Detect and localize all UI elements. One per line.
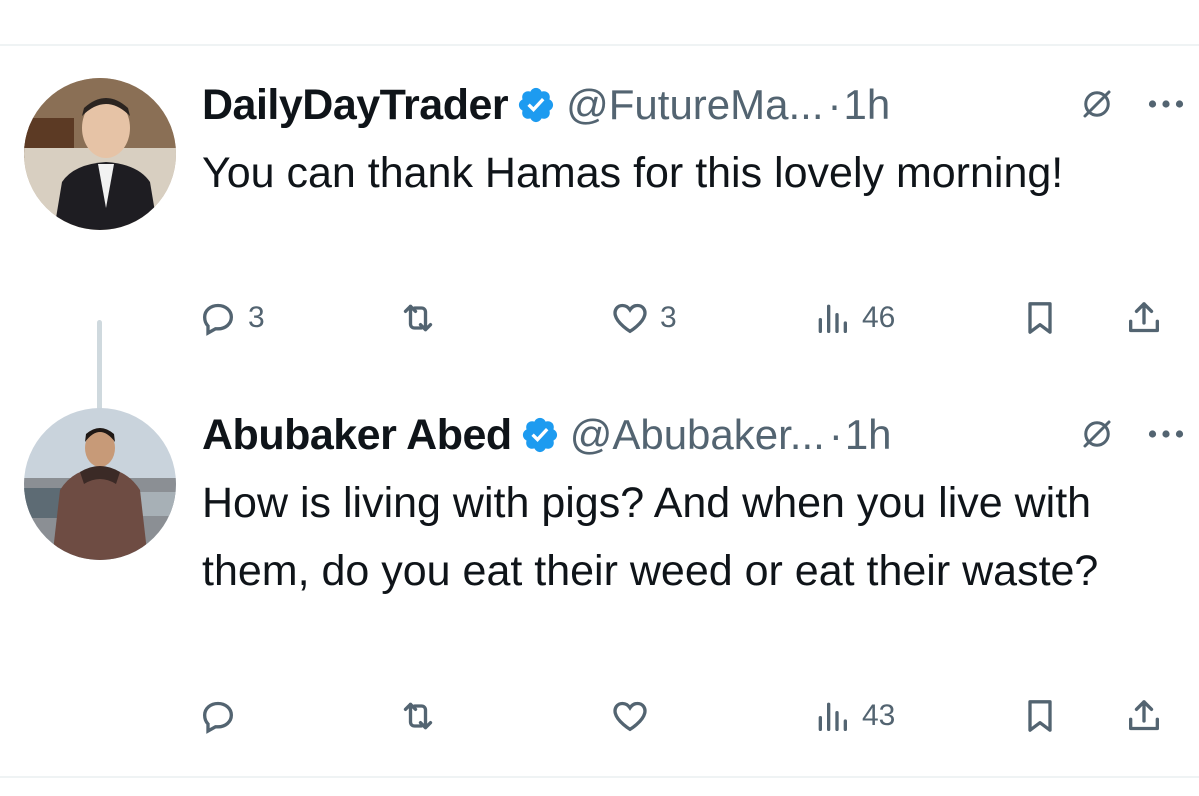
bookmark-icon: [1028, 700, 1052, 732]
like-button[interactable]: 3: [610, 296, 677, 340]
reply-button[interactable]: [198, 694, 248, 738]
bookmark-icon: [1028, 302, 1052, 334]
bookmark-button[interactable]: [1020, 296, 1060, 340]
share-button[interactable]: [1124, 296, 1164, 340]
profile-photo-icon: [24, 408, 176, 560]
display-name[interactable]: DailyDayTrader: [202, 81, 509, 130]
separator: ·: [828, 411, 843, 458]
heart-icon: [613, 303, 647, 334]
top-divider: [0, 44, 1199, 46]
profile-photo-icon: [24, 78, 176, 230]
action-bar: 43: [0, 694, 1199, 738]
bottom-divider: [0, 776, 1199, 778]
timestamp[interactable]: 1h: [844, 81, 891, 129]
heart-icon: [613, 701, 647, 732]
timestamp[interactable]: 1h: [845, 411, 892, 459]
more-options-icon[interactable]: [1145, 86, 1187, 122]
tweet-header: DailyDayTrader @FutureMa... · 1h: [202, 80, 1182, 130]
share-icon: [1129, 302, 1159, 333]
share-icon: [1129, 700, 1159, 731]
views-chart-icon: [818, 702, 847, 731]
view-count: 46: [862, 301, 896, 334]
reply-icon: [202, 701, 234, 734]
share-button[interactable]: [1124, 694, 1164, 738]
repost-icon: [403, 702, 433, 730]
display-name[interactable]: Abubaker Abed: [202, 411, 512, 460]
view-count: 43: [862, 699, 896, 732]
tweet-text: How is living with pigs? And when you li…: [202, 479, 1099, 595]
bookmark-button[interactable]: [1020, 694, 1060, 738]
avatar[interactable]: [24, 78, 176, 230]
grok-icon[interactable]: [1079, 86, 1115, 122]
tweet-header: Abubaker Abed @Abubaker... · 1h: [202, 410, 1182, 460]
like-button[interactable]: [610, 694, 660, 738]
repost-button[interactable]: [398, 296, 448, 340]
tweet-text: You can thank Hamas for this lovely morn…: [202, 149, 1064, 197]
repost-icon: [403, 304, 433, 332]
separator: ·: [827, 81, 842, 128]
reply-button[interactable]: 3: [198, 296, 265, 340]
grok-icon[interactable]: [1079, 416, 1115, 452]
views-chart-icon: [818, 304, 847, 333]
views-button[interactable]: 46: [812, 296, 895, 340]
handle[interactable]: @FutureMa...: [566, 81, 823, 129]
reply-icon: [202, 303, 234, 336]
action-bar: 3 3 46: [0, 296, 1199, 340]
avatar[interactable]: [24, 408, 176, 560]
more-options-icon[interactable]: [1145, 416, 1187, 452]
like-count: 3: [660, 301, 677, 334]
handle[interactable]: @Abubaker...: [570, 411, 825, 459]
verified-badge-icon: [516, 85, 556, 125]
repost-button[interactable]: [398, 694, 448, 738]
reply-count: 3: [248, 301, 265, 334]
views-button[interactable]: 43: [812, 694, 895, 738]
verified-badge-icon: [520, 415, 560, 455]
